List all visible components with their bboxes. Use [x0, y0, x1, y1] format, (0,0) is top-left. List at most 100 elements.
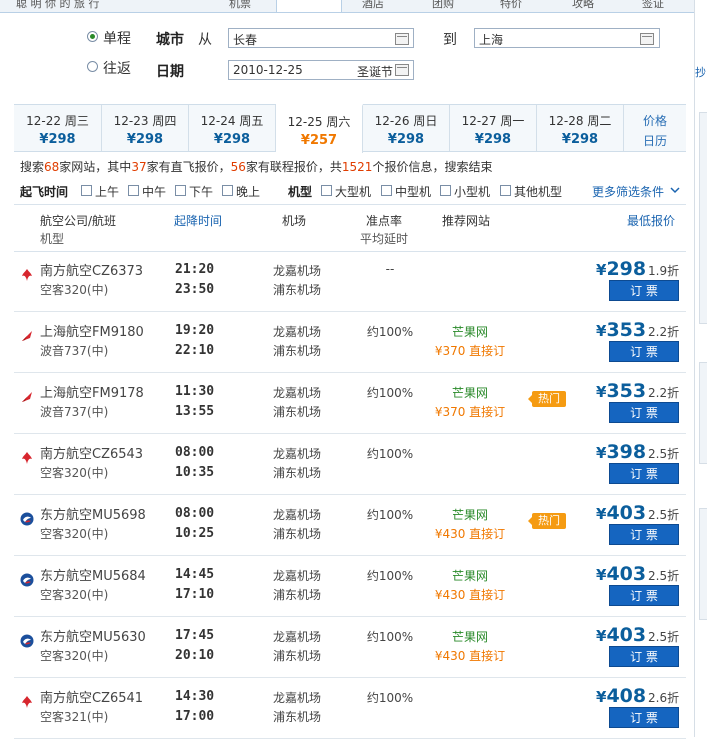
- filter-noon-checkbox[interactable]: [128, 185, 139, 196]
- filter-afternoon-checkbox[interactable]: [175, 185, 186, 196]
- filter-medium-checkbox[interactable]: [381, 185, 392, 196]
- lowest-price: ¥353: [596, 380, 646, 402]
- filter-small-checkbox[interactable]: [440, 185, 451, 196]
- to-city-picker-icon[interactable]: [640, 33, 654, 45]
- date-tab-price: ¥298: [387, 132, 425, 147]
- price-calendar-link[interactable]: 价格 日历: [624, 105, 686, 151]
- filter-medium-label[interactable]: 中型机: [395, 183, 431, 200]
- calendar-icon[interactable]: [395, 64, 409, 76]
- airline-flight[interactable]: 上海航空FM9180: [40, 321, 144, 340]
- chevron-down-icon[interactable]: [670, 187, 680, 195]
- airline-flight[interactable]: 南方航空CZ6541: [40, 687, 143, 706]
- from-city-value: 长春: [233, 33, 258, 47]
- airline-logo-icon: [20, 390, 34, 404]
- recommended-site-link[interactable]: 芒果网: [434, 384, 506, 401]
- oneway-label[interactable]: 单程: [103, 28, 131, 48]
- airline-logo-icon: [20, 451, 34, 465]
- date-tab-active[interactable]: 12-25 周六 ¥257: [276, 104, 363, 153]
- aircraft-model: 波音737(中): [40, 344, 109, 358]
- airline-logo-icon: [20, 695, 34, 709]
- roundtrip-radio[interactable]: [87, 61, 98, 72]
- lowest-price: ¥403: [596, 624, 646, 646]
- airline-flight[interactable]: 东方航空MU5698: [40, 504, 146, 523]
- site-direct-book-link[interactable]: ¥430 直接订: [434, 525, 506, 542]
- ontime-rate: 约100%: [366, 447, 414, 461]
- flight-row: 上海航空FM9180 波音737(中) 19:20 22:10 龙嘉机场 浦东机场 约100…: [14, 311, 686, 373]
- from-city-picker-icon[interactable]: [395, 33, 409, 45]
- nav-tab-hotels[interactable]: 酒店: [362, 0, 384, 11]
- nav-tab-active[interactable]: [276, 0, 342, 12]
- lowest-price: ¥353: [596, 319, 646, 341]
- filter-noon-label[interactable]: 中午: [142, 183, 166, 200]
- nav-tab-flights[interactable]: 机票: [229, 0, 251, 11]
- flight-row: 上海航空FM9178 波音737(中) 11:30 13:55 龙嘉机场 浦东机场 约100…: [14, 372, 686, 434]
- date-tab[interactable]: 12-27 周一 ¥298: [450, 105, 537, 151]
- site-direct-book-link[interactable]: ¥430 直接订: [434, 586, 506, 603]
- book-ticket-button[interactable]: 订 票: [609, 463, 679, 484]
- date-tab[interactable]: 12-22 周三 ¥298: [14, 105, 102, 151]
- nav-tab-groupbuy[interactable]: 团购: [432, 0, 454, 11]
- airline-flight[interactable]: 南方航空CZ6373: [40, 260, 143, 279]
- filter-afternoon-label[interactable]: 下午: [189, 183, 213, 200]
- to-city-input[interactable]: 上海: [474, 28, 660, 48]
- header-airline[interactable]: 航空公司/航班: [40, 212, 116, 229]
- filter-morning-label[interactable]: 上午: [95, 183, 119, 200]
- filter-other-label[interactable]: 其他机型: [514, 183, 562, 200]
- date-tab[interactable]: 12-28 周二 ¥298: [537, 105, 624, 151]
- airline-flight[interactable]: 上海航空FM9178: [40, 382, 144, 401]
- from-label: 从: [198, 32, 212, 48]
- lowest-price: ¥398: [596, 441, 646, 463]
- nav-tab-visa[interactable]: 签证: [642, 0, 664, 11]
- filter-other-checkbox[interactable]: [500, 185, 511, 196]
- site-direct-book-link[interactable]: ¥370 直接订: [434, 403, 506, 420]
- header-delay: 平均延时: [360, 232, 409, 246]
- date-tab[interactable]: 12-26 周日 ¥298: [363, 105, 450, 151]
- filter-evening-label[interactable]: 晚上: [236, 183, 260, 200]
- book-ticket-button[interactable]: 订 票: [609, 402, 679, 423]
- recommended-site-link[interactable]: 芒果网: [434, 628, 506, 645]
- book-ticket-button[interactable]: 订 票: [609, 707, 679, 728]
- summary-text: 家网站，其中: [59, 160, 132, 174]
- book-ticket-button[interactable]: 订 票: [609, 524, 679, 545]
- discount: 2.5折: [648, 508, 680, 522]
- airline-flight[interactable]: 东方航空MU5684: [40, 565, 146, 584]
- price-value: 403: [606, 502, 647, 524]
- filter-evening-checkbox[interactable]: [222, 185, 233, 196]
- airline-flight[interactable]: 南方航空CZ6543: [40, 443, 143, 462]
- date-tab[interactable]: 12-23 周四 ¥298: [102, 105, 189, 151]
- filter-large-label[interactable]: 大型机: [335, 183, 371, 200]
- book-ticket-button[interactable]: 订 票: [609, 646, 679, 667]
- date-input[interactable]: 2010-12-25 圣诞节: [228, 60, 414, 80]
- more-filters-link[interactable]: 更多筛选条件: [592, 183, 664, 200]
- header-time-sort[interactable]: 起降时间: [174, 212, 222, 229]
- discount: 2.2折: [648, 325, 680, 339]
- site-direct-book-link[interactable]: ¥370 直接订: [434, 342, 506, 359]
- recommended-site-link[interactable]: 芒果网: [434, 506, 506, 523]
- from-city-input[interactable]: 长春: [228, 28, 414, 48]
- recommended-site-link[interactable]: 芒果网: [434, 323, 506, 340]
- airline-flight[interactable]: 东方航空MU5630: [40, 626, 146, 645]
- book-ticket-button[interactable]: 订 票: [609, 280, 679, 301]
- departure-time: 19:20: [175, 323, 215, 338]
- departure-time: 14:30: [175, 689, 215, 704]
- filter-large-checkbox[interactable]: [321, 185, 332, 196]
- currency-symbol: ¥: [596, 627, 607, 645]
- lowest-price: ¥298: [596, 258, 646, 280]
- arrival-time: 20:10: [175, 648, 215, 663]
- book-ticket-button[interactable]: 订 票: [609, 341, 679, 362]
- nav-tab-deals[interactable]: 特价: [500, 0, 522, 11]
- nav-tab-guides[interactable]: 攻略: [572, 0, 594, 11]
- date-tab-price: ¥298: [126, 132, 164, 147]
- oneway-radio[interactable]: [87, 31, 98, 42]
- departure-time: 11:30: [175, 384, 215, 399]
- filter-small-label[interactable]: 小型机: [454, 183, 490, 200]
- header-ontime[interactable]: 准点率: [366, 212, 402, 229]
- header-price-sort[interactable]: 最低报价: [627, 212, 675, 229]
- roundtrip-label[interactable]: 往返: [103, 58, 131, 78]
- book-ticket-button[interactable]: 订 票: [609, 585, 679, 606]
- date-tab[interactable]: 12-24 周五 ¥298: [189, 105, 276, 151]
- filter-morning-checkbox[interactable]: [81, 185, 92, 196]
- hot-badge: 热门: [528, 513, 566, 529]
- site-direct-book-link[interactable]: ¥430 直接订: [434, 647, 506, 664]
- recommended-site-link[interactable]: 芒果网: [434, 567, 506, 584]
